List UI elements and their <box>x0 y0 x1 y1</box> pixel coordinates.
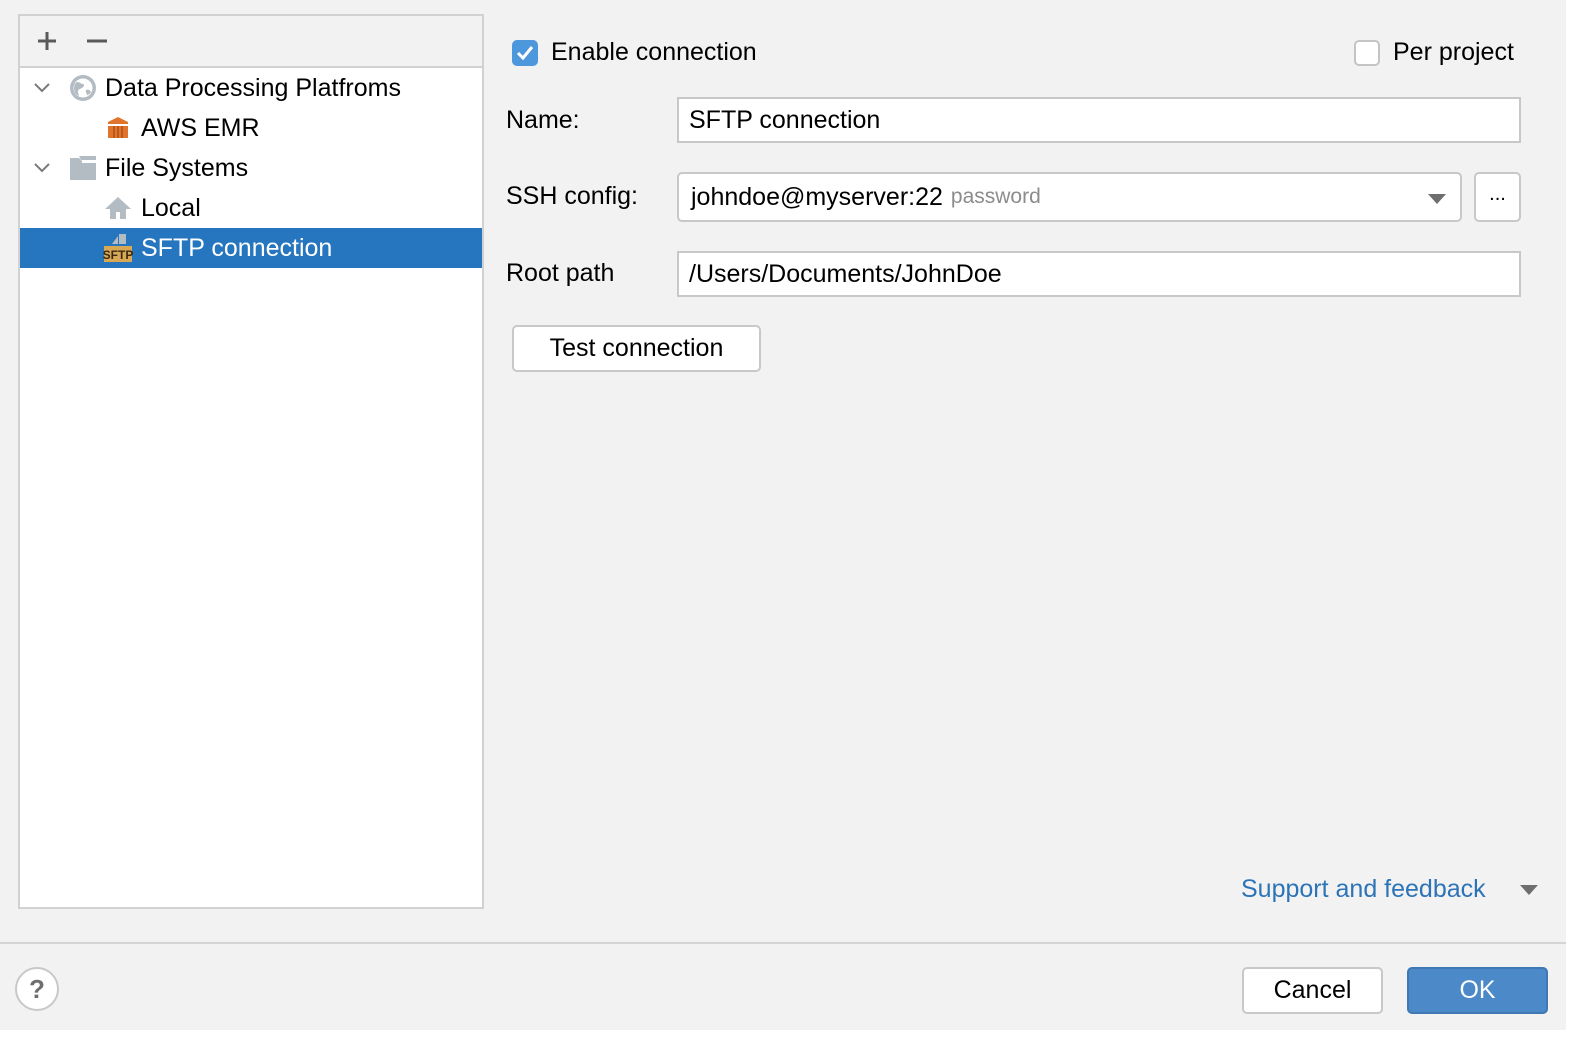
tree-item-aws-emr[interactable]: AWS EMR <box>20 108 482 148</box>
home-icon <box>103 193 133 223</box>
tree-item-label: SFTP connection <box>141 233 333 262</box>
minus-icon <box>87 39 107 43</box>
chevron-down-icon[interactable] <box>32 78 52 98</box>
tree-item-label: AWS EMR <box>141 113 260 142</box>
ssh-config-dropdown[interactable]: johndoe@myserver:22 password <box>677 172 1462 222</box>
test-connection-button[interactable]: Test connection <box>512 325 761 372</box>
support-dropdown-arrow-icon[interactable] <box>1520 885 1538 895</box>
support-and-feedback-link[interactable]: Support and feedback <box>1241 875 1486 904</box>
ok-button[interactable]: OK <box>1407 967 1548 1014</box>
chevron-down-icon[interactable] <box>32 158 52 178</box>
plus-icon <box>38 32 56 50</box>
root-path-input[interactable]: /Users/Documents/JohnDoe <box>677 251 1521 297</box>
tree-item-label: Data Processing Platfroms <box>105 73 401 102</box>
name-input[interactable]: SFTP connection <box>677 97 1521 143</box>
name-label: Name: <box>506 106 580 134</box>
connections-tree-panel: Data Processing Platfroms AWS EMR File S… <box>18 14 484 909</box>
enable-connection-checkbox[interactable] <box>512 40 538 66</box>
globe-icon <box>68 73 98 103</box>
tree-item-data-processing-platforms[interactable]: Data Processing Platfroms <box>20 68 482 108</box>
help-button[interactable]: ? <box>15 967 59 1011</box>
remove-connection-button[interactable] <box>82 26 112 56</box>
per-project-label[interactable]: Per project <box>1393 38 1514 67</box>
tree-item-file-systems[interactable]: File Systems <box>20 148 482 188</box>
sftp-badge-text: SFTP <box>103 248 133 262</box>
cancel-button[interactable]: Cancel <box>1242 967 1383 1014</box>
ssh-config-auth-hint: password <box>950 185 1041 208</box>
name-input-value: SFTP connection <box>689 105 881 134</box>
enable-connection-label[interactable]: Enable connection <box>551 38 757 67</box>
footer-divider <box>0 942 1566 944</box>
tree-item-sftp-connection[interactable]: SFTP SFTP connection <box>20 228 482 268</box>
connection-settings-dialog: Data Processing Platfroms AWS EMR File S… <box>0 0 1566 1030</box>
add-connection-button[interactable] <box>32 26 62 56</box>
tree-toolbar <box>20 16 482 68</box>
root-path-input-value: /Users/Documents/JohnDoe <box>689 259 1002 288</box>
ssh-config-value: johndoe@myserver:22 <box>691 182 943 211</box>
root-path-label: Root path <box>506 259 615 287</box>
tree-item-local[interactable]: Local <box>20 188 482 228</box>
tree-item-label: Local <box>141 193 201 222</box>
tree-item-label: File Systems <box>105 153 249 182</box>
ssh-config-browse-button[interactable]: ... <box>1474 172 1521 222</box>
checkmark-icon <box>516 46 534 61</box>
aws-emr-icon <box>103 113 133 143</box>
ssh-config-label: SSH config: <box>506 182 639 210</box>
per-project-checkbox[interactable] <box>1354 40 1380 66</box>
dropdown-arrow-icon <box>1428 194 1446 204</box>
sftp-icon: SFTP <box>103 233 133 263</box>
folder-icon <box>68 153 98 183</box>
